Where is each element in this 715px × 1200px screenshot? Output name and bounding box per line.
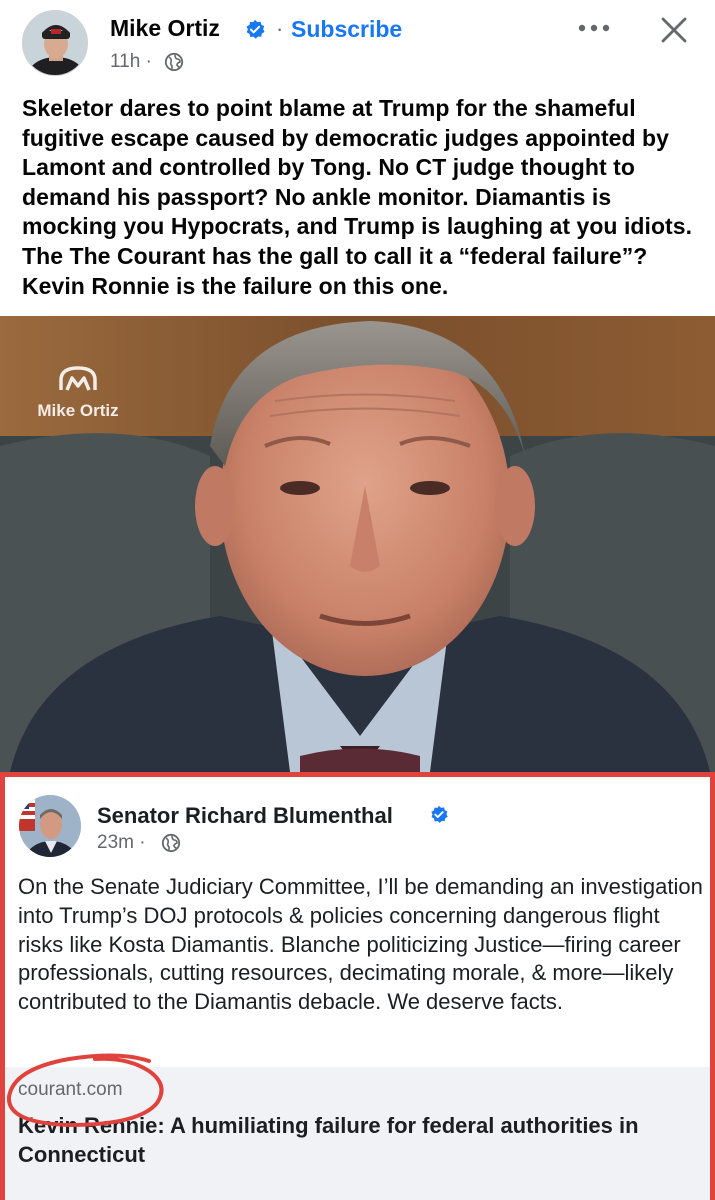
subscribe-button[interactable]: Subscribe: [291, 16, 402, 43]
embed-author-avatar: [19, 795, 81, 857]
post-timestamp[interactable]: 11h ·: [110, 51, 152, 73]
embed-author-name: Senator Richard Blumenthal: [97, 803, 393, 828]
watermark-logo-icon: [59, 366, 97, 391]
link-title: Kevin Rennie: A humiliating failure for …: [18, 1113, 639, 1167]
post-header: Mike Ortiz · Subscribe 11h ·: [0, 0, 715, 90]
embed-globe-icon: [161, 833, 181, 853]
link-domain: courant.com: [18, 1079, 123, 1100]
more-options-icon[interactable]: [576, 20, 612, 36]
post-text: Skeletor dares to point blame at Trump f…: [22, 95, 693, 299]
author-avatar[interactable]: [22, 10, 88, 76]
link-preview-card: courant.com Kevin Rennie: A humiliating …: [5, 1067, 710, 1200]
author-name[interactable]: Mike Ortiz: [110, 15, 220, 42]
verified-badge-icon: [246, 19, 265, 39]
embed-post-text: On the Senate Judiciary Committee, I’ll …: [18, 874, 703, 1015]
embedded-post-screenshot: Senator Richard Blumenthal 23m · On the …: [0, 772, 715, 1200]
watermark: Mike Ortiz: [28, 364, 128, 421]
post-image[interactable]: Mike Ortiz: [0, 316, 715, 772]
watermark-label: Mike Ortiz: [37, 401, 119, 420]
close-icon[interactable]: [656, 12, 692, 48]
embed-timestamp: 23m ·: [97, 832, 146, 853]
embed-verified-badge-icon: [431, 805, 448, 823]
globe-icon: [164, 52, 184, 72]
separator-dot: ·: [276, 16, 284, 41]
